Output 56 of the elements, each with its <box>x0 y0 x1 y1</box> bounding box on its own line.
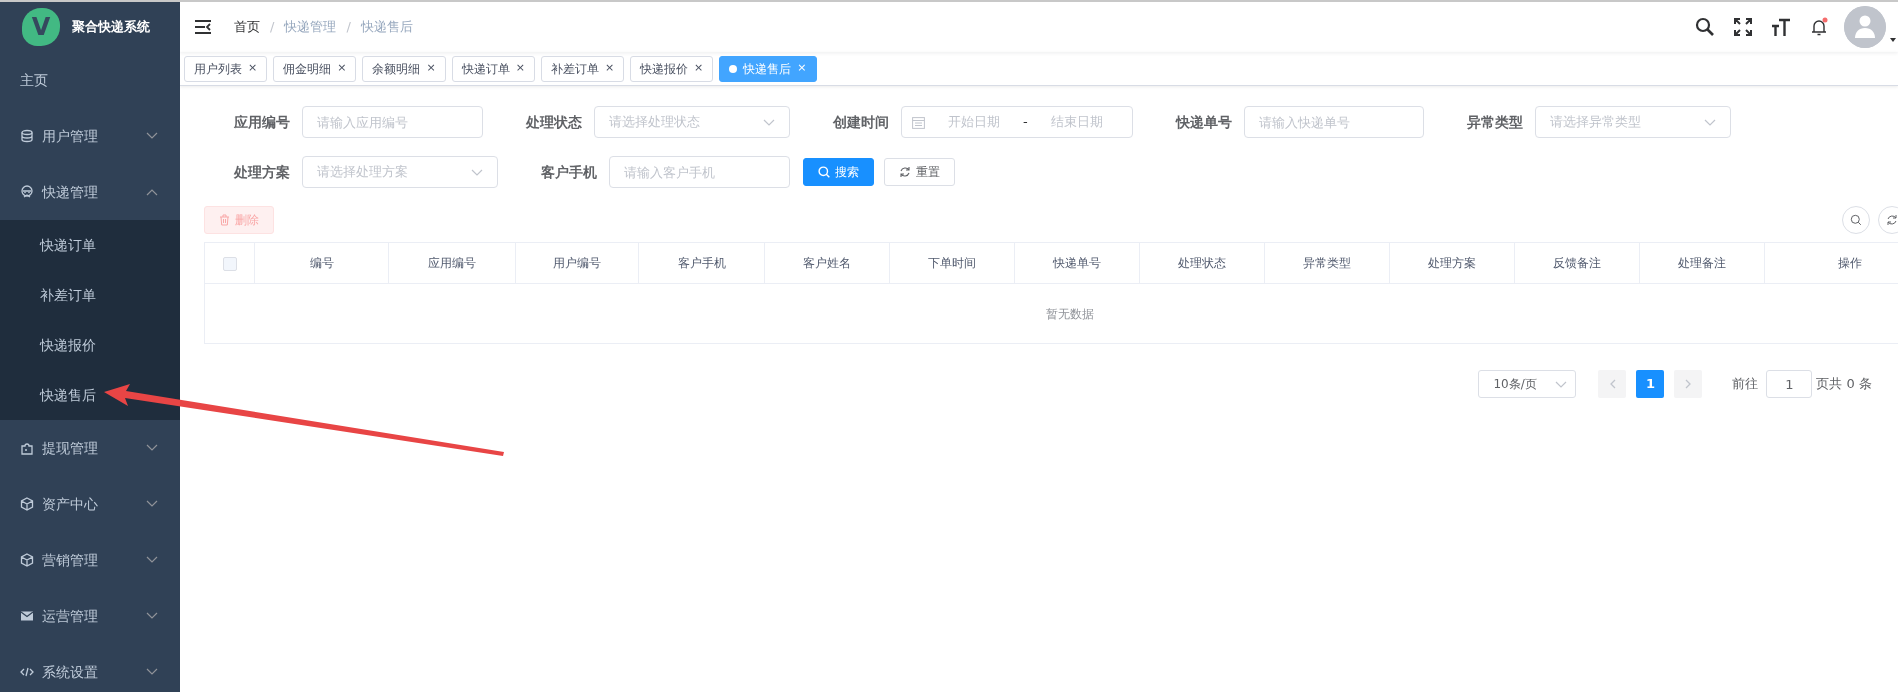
empty-message: 暂无数据 <box>1045 306 1094 321</box>
column-header: 下单时间 <box>889 242 1015 284</box>
tab[interactable]: 快递报价 × <box>630 55 714 82</box>
column-header: 异常类型 <box>1264 242 1390 284</box>
column-header: 编号 <box>254 242 389 284</box>
tab[interactable]: 佣金明细 × <box>273 55 357 82</box>
goto-label: 前往 <box>1732 375 1759 394</box>
sidebar-item[interactable]: 提现管理 <box>0 420 180 476</box>
total-count: 共 0 条 <box>1829 375 1872 394</box>
submenu-item[interactable]: 补差订单 <box>0 270 180 320</box>
sidebar-item[interactable]: 主页 <box>0 52 180 108</box>
submenu-item[interactable]: 快递报价 <box>0 320 180 370</box>
breadcrumb-separator: / <box>346 18 351 37</box>
sidebar-item[interactable]: 系统设置 <box>0 644 180 692</box>
sidebar-item[interactable]: 营销管理 <box>0 532 180 588</box>
tab[interactable]: 补差订单 × <box>540 55 625 82</box>
page-input[interactable]: 1 <box>1766 370 1813 398</box>
breadcrumb-item: 快递管理 <box>284 18 337 37</box>
sidebar-item[interactable]: 运营管理 <box>0 588 180 644</box>
column-header: 操作 <box>1764 242 1898 284</box>
column-header: 处理方案 <box>1389 242 1515 284</box>
tab[interactable]: 用户列表 × <box>184 55 268 82</box>
column-header: 客户手机 <box>638 242 765 284</box>
column-header: 客户姓名 <box>764 242 890 284</box>
tab[interactable]: 快递订单 × <box>451 55 535 82</box>
tab[interactable]: 余额明细 × <box>362 55 446 82</box>
input-field[interactable]: 请输入客户手机 <box>609 156 790 188</box>
breadcrumb-link[interactable]: 首页 <box>234 17 260 37</box>
page-suffix: 页 <box>1816 375 1830 394</box>
breadcrumb-separator: / <box>270 18 275 37</box>
field-label: 创建时间 <box>832 112 890 132</box>
field-label: 客户手机 <box>540 162 598 182</box>
column-header: 应用编号 <box>388 242 516 284</box>
sidebar-item[interactable]: 快递管理 <box>0 164 180 220</box>
field-label: 处理方案 <box>233 162 291 182</box>
sidebar-item[interactable]: 用户管理 <box>0 108 180 164</box>
input-field[interactable]: 请输入应用编号 <box>302 106 483 138</box>
app-title: 聚合快递系统 <box>72 18 150 37</box>
date-range-field[interactable]: 开始日期 - 结束日期 <box>901 106 1133 138</box>
field-label: 处理状态 <box>525 112 583 132</box>
submenu-item[interactable]: 快递订单 <box>0 220 180 270</box>
breadcrumb-item: 快递售后 <box>360 18 413 37</box>
field-label: 应用编号 <box>233 112 291 132</box>
field-label: 快递单号 <box>1174 112 1233 132</box>
column-header: 反馈备注 <box>1514 242 1640 284</box>
sidebar-item[interactable]: 资产中心 <box>0 476 180 532</box>
column-header: 处理状态 <box>1139 242 1265 284</box>
input-field[interactable]: 请输入快递单号 <box>1244 106 1424 138</box>
submenu-item[interactable]: 快递售后 <box>0 370 180 420</box>
reset-button[interactable]: 重置 <box>884 158 955 186</box>
logo-icon: V <box>22 8 60 46</box>
field-label: 异常类型 <box>1466 112 1524 132</box>
column-header: 用户编号 <box>515 242 639 284</box>
page-size-select[interactable]: 10条/页 <box>1478 370 1577 398</box>
column-header: 快递单号 <box>1014 242 1140 284</box>
column-header: 处理备注 <box>1639 242 1765 284</box>
